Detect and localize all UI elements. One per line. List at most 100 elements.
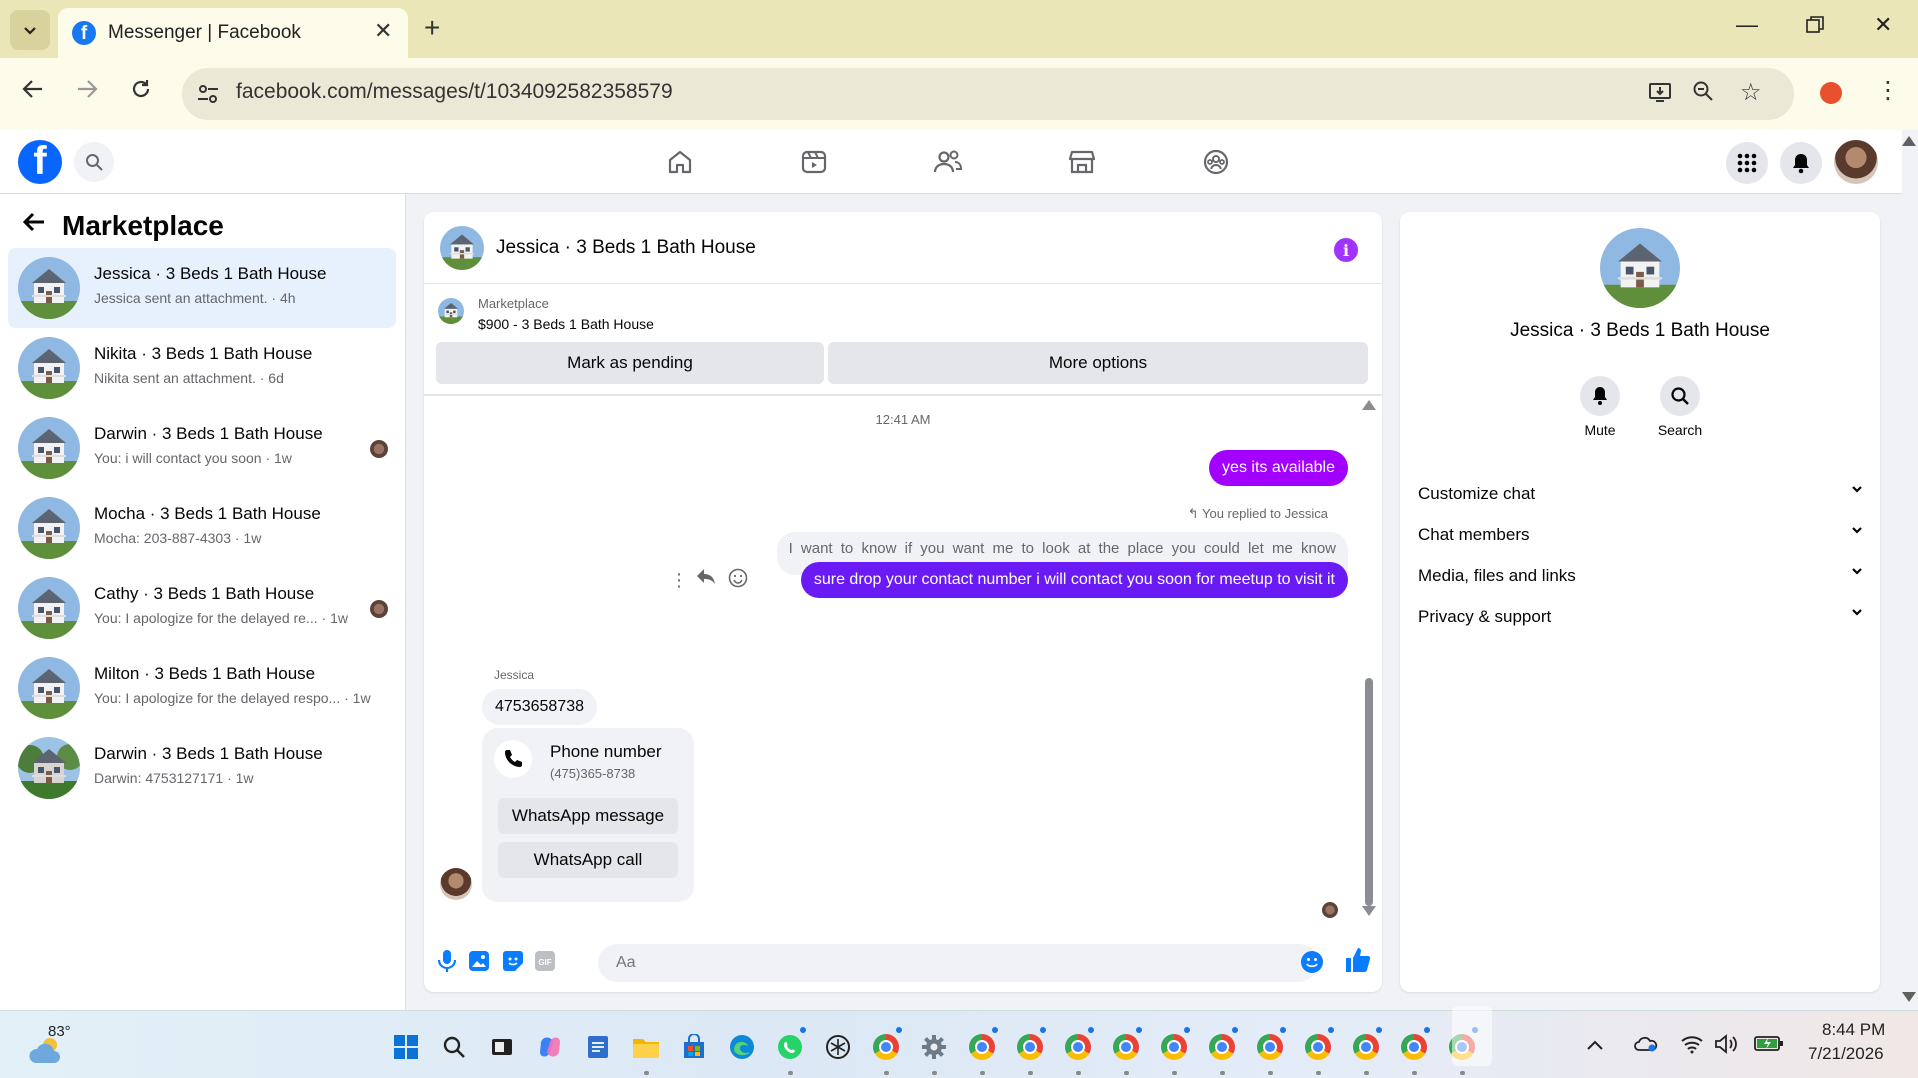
sender-avatar[interactable] <box>440 868 472 900</box>
whatsapp-call-button[interactable]: WhatsApp call <box>498 842 678 878</box>
conversation-item[interactable]: Nikita · 3 Beds 1 Bath House Nikita sent … <box>8 328 396 408</box>
chrome-icon[interactable] <box>1064 1033 1092 1061</box>
attach-photo-button[interactable] <box>466 948 492 974</box>
tab-search-button[interactable] <box>10 10 50 50</box>
search-icon[interactable] <box>440 1033 468 1061</box>
more-actions-icon[interactable]: ⋮ <box>670 570 688 591</box>
details-section-row[interactable]: Media, files and links <box>1418 554 1864 598</box>
onedrive-icon[interactable] <box>1634 1034 1658 1058</box>
chrome-icon[interactable] <box>1400 1033 1428 1061</box>
back-arrow-button[interactable] <box>22 210 46 239</box>
react-emoji-icon[interactable] <box>728 568 748 593</box>
chrome-icon[interactable] <box>872 1033 900 1061</box>
incoming-message[interactable]: 4753658738 <box>482 689 597 725</box>
wifi-icon[interactable] <box>1680 1034 1704 1060</box>
close-window-button[interactable]: ✕ <box>1874 14 1892 36</box>
reload-button[interactable] <box>130 78 152 104</box>
video-tab[interactable] <box>796 144 832 180</box>
forward-button[interactable] <box>76 78 98 104</box>
details-section-row[interactable]: Customize chat <box>1418 472 1864 516</box>
facebook-logo-icon[interactable]: f <box>18 140 62 184</box>
chat-scrollbar-thumb[interactable] <box>1365 678 1373 906</box>
chat-avatar[interactable] <box>440 226 484 270</box>
chrome-icon[interactable] <box>1256 1033 1284 1061</box>
profile-avatar[interactable] <box>1834 140 1878 184</box>
restore-button[interactable] <box>1806 16 1824 38</box>
outgoing-message[interactable]: yes its available <box>1209 450 1348 486</box>
mark-as-pending-button[interactable]: Mark as pending <box>436 342 824 384</box>
edge-icon[interactable] <box>728 1033 756 1061</box>
details-section-row[interactable]: Privacy & support <box>1418 595 1864 639</box>
notepad-icon[interactable] <box>584 1033 612 1061</box>
details-avatar[interactable] <box>1600 228 1680 308</box>
battery-icon[interactable] <box>1754 1034 1784 1058</box>
site-settings-icon[interactable] <box>196 82 220 106</box>
page-scroll-up-arrow[interactable] <box>1902 136 1916 146</box>
copilot-icon[interactable] <box>536 1033 564 1061</box>
search-in-chat-button[interactable] <box>1660 376 1700 416</box>
new-tab-button[interactable]: + <box>424 14 440 42</box>
chrome-icon[interactable] <box>1160 1033 1188 1061</box>
voice-clip-button[interactable] <box>434 948 460 974</box>
store-icon[interactable] <box>680 1033 708 1061</box>
weather-widget[interactable] <box>28 1035 68 1072</box>
clock-date[interactable]: 7/21/2026 <box>1808 1044 1884 1064</box>
browser-menu-icon[interactable]: ⋮ <box>1876 76 1900 105</box>
minimize-button[interactable]: — <box>1736 14 1758 36</box>
address-bar[interactable]: facebook.com/messages/t/1034092582358579… <box>182 68 1794 120</box>
friends-tab[interactable] <box>930 144 966 180</box>
conversation-item[interactable]: Jessica · 3 Beds 1 Bath House Jessica sen… <box>8 248 396 328</box>
like-button[interactable] <box>1344 946 1374 976</box>
bookmark-star-icon[interactable]: ☆ <box>1740 78 1762 107</box>
message-input[interactable] <box>598 944 1318 982</box>
scroll-up-arrow[interactable] <box>1362 400 1376 410</box>
whatsapp-icon[interactable] <box>776 1033 804 1061</box>
chrome-icon[interactable] <box>1208 1033 1236 1061</box>
conversation-item[interactable]: Cathy · 3 Beds 1 Bath House You: I apolog… <box>8 568 396 648</box>
reply-icon[interactable] <box>696 568 716 591</box>
install-app-icon[interactable] <box>1648 80 1672 110</box>
file-explorer-icon[interactable] <box>632 1033 660 1061</box>
home-tab[interactable] <box>662 144 698 180</box>
extension-icon[interactable] <box>1820 82 1842 104</box>
chatgpt-icon[interactable] <box>824 1033 852 1061</box>
zoom-icon[interactable] <box>1692 80 1714 108</box>
conversation-item[interactable]: Mocha · 3 Beds 1 Bath House Mocha: 203-88… <box>8 488 396 568</box>
back-button[interactable] <box>22 78 44 104</box>
mute-button[interactable] <box>1580 376 1620 416</box>
outgoing-message[interactable]: sure drop your contact number i will con… <box>800 562 1348 598</box>
settings-icon[interactable] <box>920 1033 948 1061</box>
chrome-icon[interactable] <box>1304 1033 1332 1061</box>
conversation-item[interactable]: Darwin · 3 Beds 1 Bath House Darwin: 4753… <box>8 728 396 808</box>
gif-button[interactable]: GIF <box>532 948 558 974</box>
notifications-button[interactable] <box>1780 142 1822 184</box>
show-hidden-icons[interactable] <box>1586 1034 1604 1057</box>
menu-button[interactable] <box>1726 142 1768 184</box>
task-view-icon[interactable] <box>488 1033 516 1061</box>
close-tab-icon[interactable]: ✕ <box>374 18 392 44</box>
page-scroll-down-arrow[interactable] <box>1902 992 1916 1002</box>
groups-tab[interactable] <box>1198 144 1234 180</box>
info-icon[interactable]: i <box>1334 238 1358 262</box>
listing-title[interactable]: $900 - 3 Beds 1 Bath House <box>478 316 654 332</box>
chrome-icon[interactable] <box>968 1033 996 1061</box>
listing-thumbnail[interactable] <box>438 298 464 324</box>
clock-time[interactable]: 8:44 PM <box>1822 1020 1885 1040</box>
marketplace-tab[interactable] <box>1064 144 1100 180</box>
chat-title[interactable]: Jessica · 3 Beds 1 Bath House <box>496 237 756 259</box>
details-section-row[interactable]: Chat members <box>1418 513 1864 557</box>
chrome-icon[interactable] <box>1016 1033 1044 1061</box>
url-text[interactable]: facebook.com/messages/t/1034092582358579 <box>236 80 673 104</box>
emoji-button[interactable] <box>1300 950 1324 979</box>
conversation-item[interactable]: Darwin · 3 Beds 1 Bath House You: i will … <box>8 408 396 488</box>
chrome-icon[interactable] <box>1352 1033 1380 1061</box>
search-button[interactable] <box>74 142 114 182</box>
whatsapp-message-button[interactable]: WhatsApp message <box>498 798 678 834</box>
browser-tab-active[interactable]: f Messenger | Facebook ✕ <box>58 8 408 58</box>
sticker-button[interactable] <box>500 948 526 974</box>
more-options-button[interactable]: More options <box>828 342 1368 384</box>
conversation-item[interactable]: Milton · 3 Beds 1 Bath House You: I apolo… <box>8 648 396 728</box>
volume-icon[interactable] <box>1714 1034 1740 1060</box>
start-button-icon[interactable] <box>392 1033 420 1061</box>
scroll-down-arrow[interactable] <box>1362 906 1376 916</box>
